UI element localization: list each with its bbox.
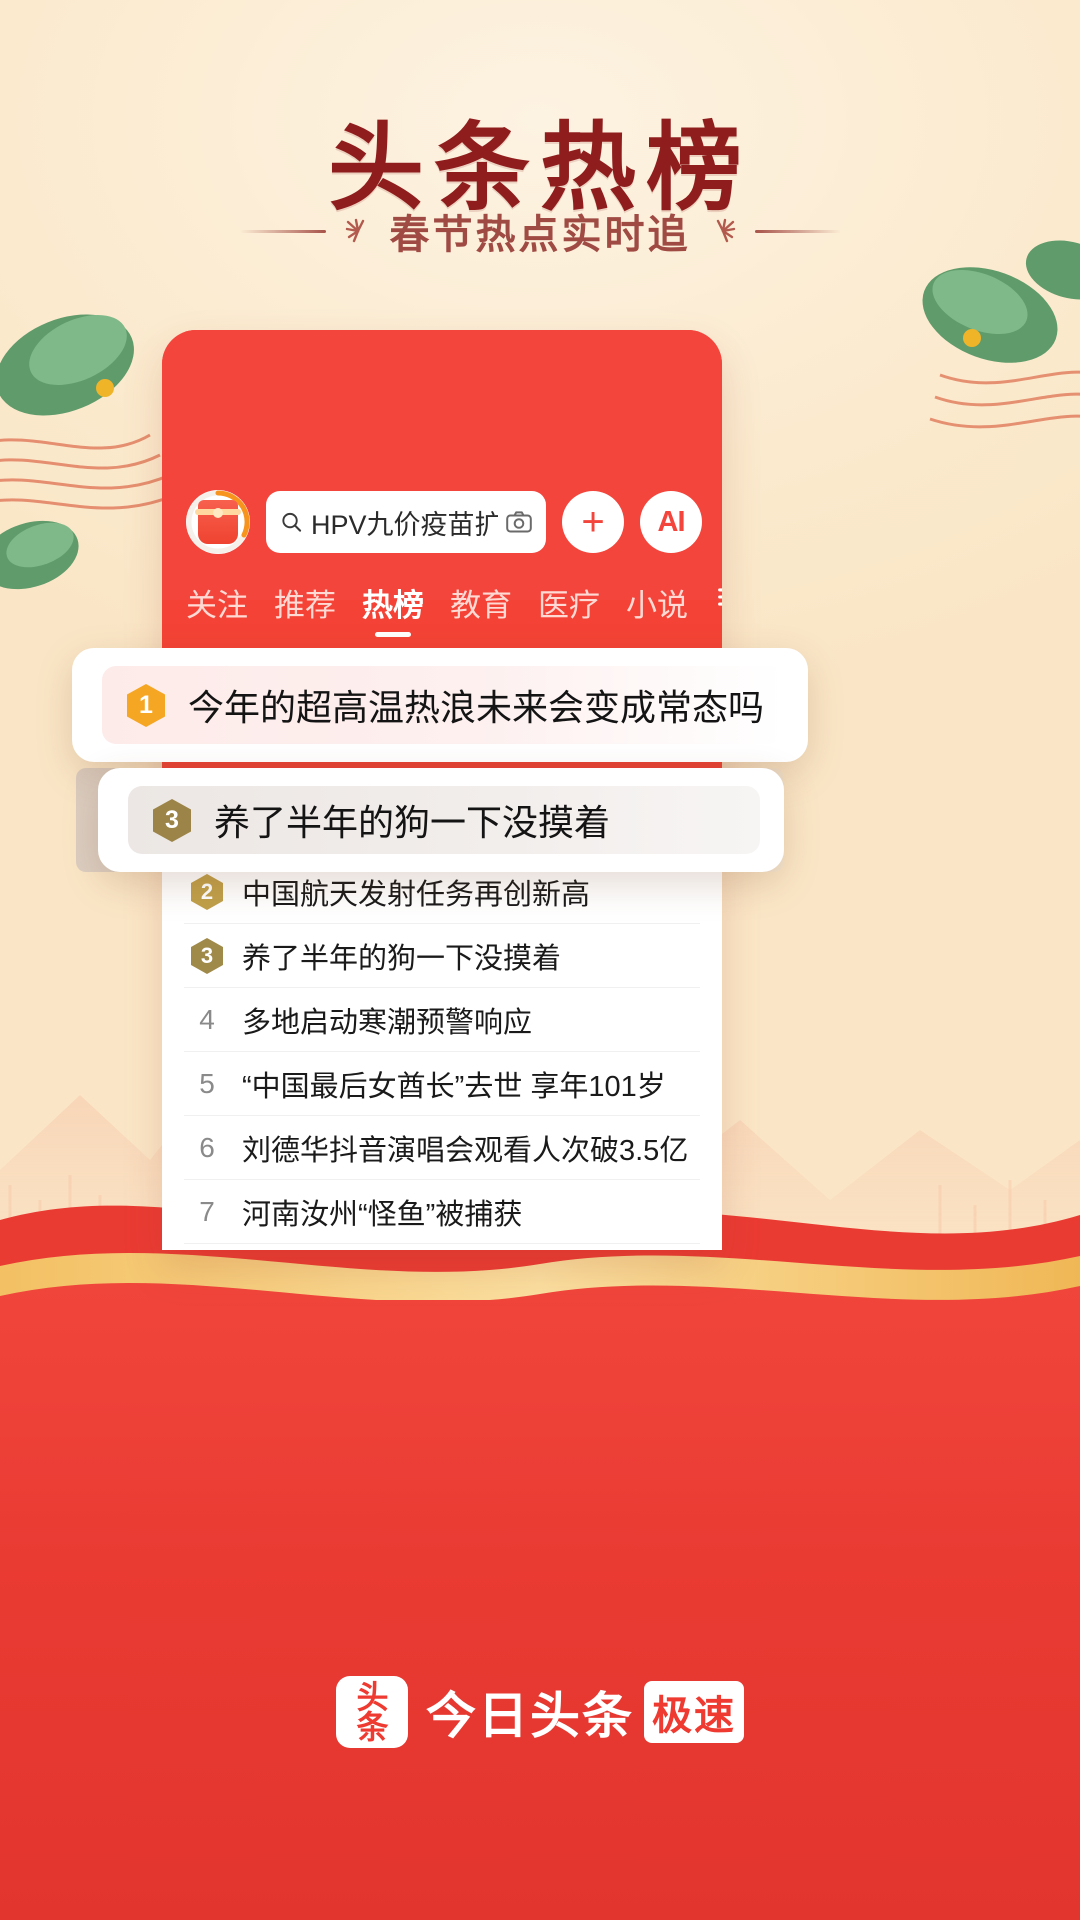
tab-label: 推荐	[274, 588, 336, 623]
app-logo[interactable]	[186, 490, 250, 554]
rank-badge: 3	[190, 937, 224, 975]
search-query: HPV九价疫苗扩龄为	[311, 503, 498, 542]
logo-glyph	[195, 500, 241, 544]
bottom-red-panel	[0, 1260, 1080, 1920]
overlay-card-rank-1[interactable]: 1 今年的超高温热浪未来会变成常态吗	[72, 648, 808, 762]
overlay-card-inner: 3 养了半年的狗一下没摸着	[128, 786, 760, 854]
hero-header: 头条热榜 春节热点实时追	[0, 0, 1080, 300]
overlay-card-rank-3[interactable]: 3 养了半年的狗一下没摸着	[98, 768, 784, 872]
tab-guanzhu[interactable]: 关注	[186, 580, 248, 637]
table-row[interactable]: 3 养了半年的狗一下没摸着	[184, 924, 700, 988]
tab-yiliao[interactable]: 医疗	[538, 580, 600, 637]
search-icon	[282, 512, 302, 532]
table-row[interactable]: 4 多地启动寒潮预警响应	[184, 988, 700, 1052]
menu-icon[interactable]	[714, 580, 722, 614]
tab-xiaoshuo[interactable]: 小说	[626, 580, 688, 637]
tab-label: 热榜	[362, 588, 424, 623]
brand-footer: 头 条 今日头条 极速	[0, 1676, 1080, 1748]
row-title: 刘德华抖音演唱会观看人次破3.5亿	[242, 1134, 689, 1167]
row-title: 养了半年的狗一下没摸着	[242, 942, 562, 975]
ai-button[interactable]: AI	[640, 491, 702, 553]
tab-tuijian[interactable]: 推荐	[274, 580, 336, 637]
rank-text: 7	[199, 1195, 215, 1227]
rule-right	[754, 229, 841, 233]
overlay-title: 今年的超高温热浪未来会变成常态吗	[188, 687, 765, 728]
rank-text: 1	[139, 690, 153, 719]
app-header	[162, 330, 722, 600]
channel-tabs: 关注 推荐 热榜 教育 医疗 小说	[186, 580, 722, 637]
row-title: 河南汝州“怪鱼”被捕获	[242, 1198, 523, 1231]
page-background: 头条 热榜 春节热点实时追 HPV九价疫苗扩 + AI 关注 推荐 热榜 教育 医…	[0, 0, 1080, 1920]
add-button[interactable]: +	[562, 491, 624, 553]
subtitle-row: 春节热点实时追	[0, 202, 1080, 260]
rank-text: 3	[165, 805, 179, 834]
rank-badge: 3	[152, 798, 192, 843]
rank-badge: 2	[190, 873, 224, 911]
overlay-card-inner: 1 今年的超高温热浪未来会变成常态吗	[102, 666, 784, 744]
rank-badge: 1	[126, 683, 166, 728]
tab-label: 小说	[626, 588, 688, 623]
tab-tools	[714, 580, 722, 614]
table-row[interactable]: 7 河南汝州“怪鱼”被捕获	[184, 1180, 700, 1244]
burst-icon-left	[345, 218, 364, 243]
overlay-title: 养了半年的狗一下没摸着	[214, 802, 611, 843]
search-input[interactable]: HPV九价疫苗扩龄为	[266, 491, 546, 553]
rank-text: 2	[200, 878, 214, 904]
search-row: HPV九价疫苗扩龄为 + AI	[186, 490, 702, 554]
app-icon: 头 条	[336, 1676, 408, 1748]
search-query-text: HPV九价疫苗扩龄	[310, 509, 498, 540]
camera-icon[interactable]	[506, 507, 532, 537]
brand-name: 今日头条	[426, 1688, 634, 1744]
table-row[interactable]: 8 孙海洋给符建涛妈妈20万悬赏金	[184, 1244, 700, 1250]
table-row[interactable]: 5 “中国最后女酋长”去世 享年101岁	[184, 1052, 700, 1116]
page-subtitle: 春节热点实时追	[389, 212, 691, 258]
row-title: “中国最后女酋长”去世 享年101岁	[242, 1070, 666, 1103]
burst-icon-right	[716, 218, 735, 243]
tab-label: 医疗	[538, 588, 600, 623]
table-row[interactable]: 6 刘德华抖音演唱会观看人次破3.5亿	[184, 1116, 700, 1180]
brand-mark-bottom: 条	[356, 1709, 388, 1745]
rank-text: 6	[199, 1131, 215, 1163]
rank-text: 3	[200, 942, 214, 968]
tab-label: 教育	[450, 588, 512, 623]
ai-button-label: AI	[657, 505, 686, 538]
rule-left	[239, 229, 326, 233]
add-button-label: +	[581, 500, 605, 544]
brand-mark-top: 头	[356, 1678, 388, 1715]
tab-jiaoyu[interactable]: 教育	[450, 580, 512, 637]
brand-suffix: 极速	[644, 1681, 744, 1743]
row-title: 多地启动寒潮预警响应	[242, 1006, 533, 1039]
tab-label: 关注	[186, 588, 248, 623]
rank-text: 5	[199, 1067, 215, 1099]
brand-name-row: 今日头条 极速	[426, 1676, 744, 1748]
row-title: 中国航天发射任务再创新高	[242, 878, 591, 911]
rank-text: 4	[199, 1003, 215, 1035]
tab-rebang[interactable]: 热榜	[362, 580, 424, 637]
